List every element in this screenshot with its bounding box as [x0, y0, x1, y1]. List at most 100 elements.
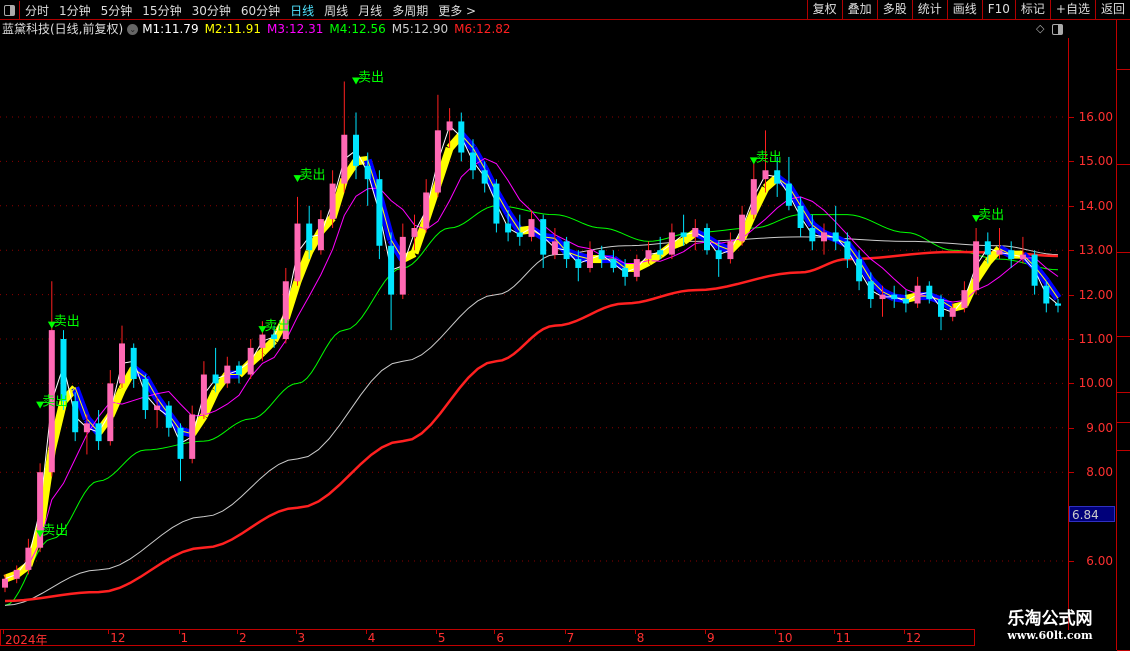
candle-body	[598, 250, 605, 260]
candle[interactable]	[317, 210, 324, 255]
candle[interactable]	[177, 423, 184, 482]
candle[interactable]	[376, 170, 383, 260]
side-panel-cell[interactable]	[1117, 423, 1130, 451]
toolbar-button[interactable]: 叠加	[841, 0, 877, 19]
candle-body	[668, 232, 675, 255]
candle[interactable]	[37, 463, 44, 553]
period-tab[interactable]: 15分钟	[137, 2, 186, 19]
watermark-name: 乐淘公式网	[1007, 609, 1093, 629]
ma-label: M5:	[391, 22, 414, 36]
toolbar-button[interactable]: 画线	[946, 0, 982, 19]
toolbar-button[interactable]: 多股	[876, 0, 912, 19]
period-tab[interactable]: 多周期	[387, 2, 433, 19]
candle-body	[528, 219, 535, 237]
side-panel[interactable]	[1116, 20, 1130, 651]
cursor-price-tag: 6.84	[1069, 506, 1115, 522]
candle[interactable]	[1043, 281, 1050, 313]
side-panel-cell[interactable]	[1117, 253, 1130, 337]
ma-value: M2:11.91	[205, 20, 261, 38]
side-panel-cell[interactable]	[1117, 451, 1130, 651]
candle[interactable]	[95, 410, 102, 450]
sell-signal: 卖出	[258, 319, 290, 334]
chevron-down-icon[interactable]: ⌄	[127, 23, 139, 35]
side-panel-cell[interactable]	[1117, 393, 1130, 423]
toolbar-button[interactable]: +自选	[1049, 0, 1095, 19]
side-panel-cell[interactable]	[1117, 337, 1130, 393]
panel-toggle-icon[interactable]	[0, 0, 20, 20]
period-tab[interactable]: 30分钟	[187, 2, 236, 19]
candle[interactable]	[1055, 299, 1061, 313]
x-tick	[108, 630, 110, 634]
sell-signal: 卖出	[352, 70, 384, 85]
toolbar-button[interactable]: 复权	[806, 0, 842, 19]
candle[interactable]	[563, 236, 570, 268]
candle[interactable]	[236, 361, 242, 384]
candlestick-chart[interactable]: 卖出卖出卖出卖出卖出卖出卖出卖出	[0, 38, 1068, 629]
candle[interactable]	[704, 223, 710, 255]
candle[interactable]	[598, 245, 605, 268]
candle[interactable]	[914, 276, 921, 308]
candle[interactable]	[493, 179, 500, 233]
candle[interactable]	[224, 356, 231, 388]
period-tab[interactable]: 1分钟	[54, 2, 96, 19]
candle-body	[821, 232, 827, 242]
candle[interactable]	[973, 228, 980, 295]
panel-toggle-icon[interactable]	[1052, 24, 1064, 35]
period-tab[interactable]: 分时	[20, 2, 54, 19]
candle[interactable]	[294, 196, 301, 286]
candle[interactable]	[25, 538, 32, 575]
candle[interactable]	[458, 112, 465, 162]
period-tab[interactable]: 60分钟	[236, 2, 285, 19]
candle[interactable]	[633, 254, 640, 282]
side-panel-cell[interactable]	[1117, 70, 1130, 165]
period-tab[interactable]: 5分钟	[96, 2, 138, 19]
candle[interactable]	[668, 223, 675, 260]
candle[interactable]	[165, 401, 172, 437]
toolbar-button[interactable]: 返回	[1094, 0, 1130, 19]
candle[interactable]	[119, 325, 125, 388]
candle[interactable]	[1031, 250, 1038, 295]
toolbar-button[interactable]: 标记	[1014, 0, 1050, 19]
side-panel-cell[interactable]	[1117, 20, 1130, 70]
candle[interactable]	[902, 290, 909, 313]
candle-body	[446, 121, 453, 131]
candle[interactable]	[938, 294, 944, 331]
candle[interactable]	[48, 281, 55, 477]
side-panel-cell[interactable]	[1117, 165, 1130, 253]
candle[interactable]	[587, 241, 593, 273]
candle[interactable]	[727, 232, 734, 264]
candle[interactable]	[399, 223, 406, 300]
candle[interactable]	[142, 374, 149, 419]
candle[interactable]	[107, 370, 114, 446]
candle[interactable]	[891, 285, 898, 308]
candle[interactable]	[130, 343, 137, 388]
candle[interactable]	[341, 81, 348, 193]
candle[interactable]	[247, 339, 254, 379]
candle[interactable]	[996, 228, 1003, 260]
candle[interactable]	[739, 205, 746, 246]
period-tab[interactable]: 月线	[353, 2, 387, 19]
candle[interactable]	[844, 232, 851, 268]
y-tick-label: 16.00	[1078, 110, 1113, 124]
candle-body	[856, 259, 863, 282]
candle[interactable]	[750, 161, 757, 220]
candle[interactable]	[610, 250, 617, 273]
candle[interactable]	[434, 94, 441, 197]
candle[interactable]	[528, 210, 535, 242]
toolbar-button[interactable]: F10	[981, 0, 1015, 19]
period-tab[interactable]: 周线	[319, 2, 353, 19]
diamond-icon[interactable]: ◇	[1036, 22, 1044, 35]
candle-body	[423, 192, 430, 228]
candle[interactable]	[423, 179, 430, 233]
candle[interactable]	[1008, 241, 1015, 268]
candle[interactable]	[785, 156, 792, 211]
period-tab[interactable]: 日线	[285, 2, 319, 19]
candle[interactable]	[200, 361, 207, 419]
toolbar-button[interactable]: 统计	[911, 0, 947, 19]
candle-body	[926, 285, 933, 300]
candle-body	[25, 547, 32, 570]
candle[interactable]	[388, 232, 395, 331]
candle[interactable]	[961, 281, 968, 313]
period-tab[interactable]: 更多 >	[433, 2, 481, 19]
candle-body	[376, 179, 383, 246]
